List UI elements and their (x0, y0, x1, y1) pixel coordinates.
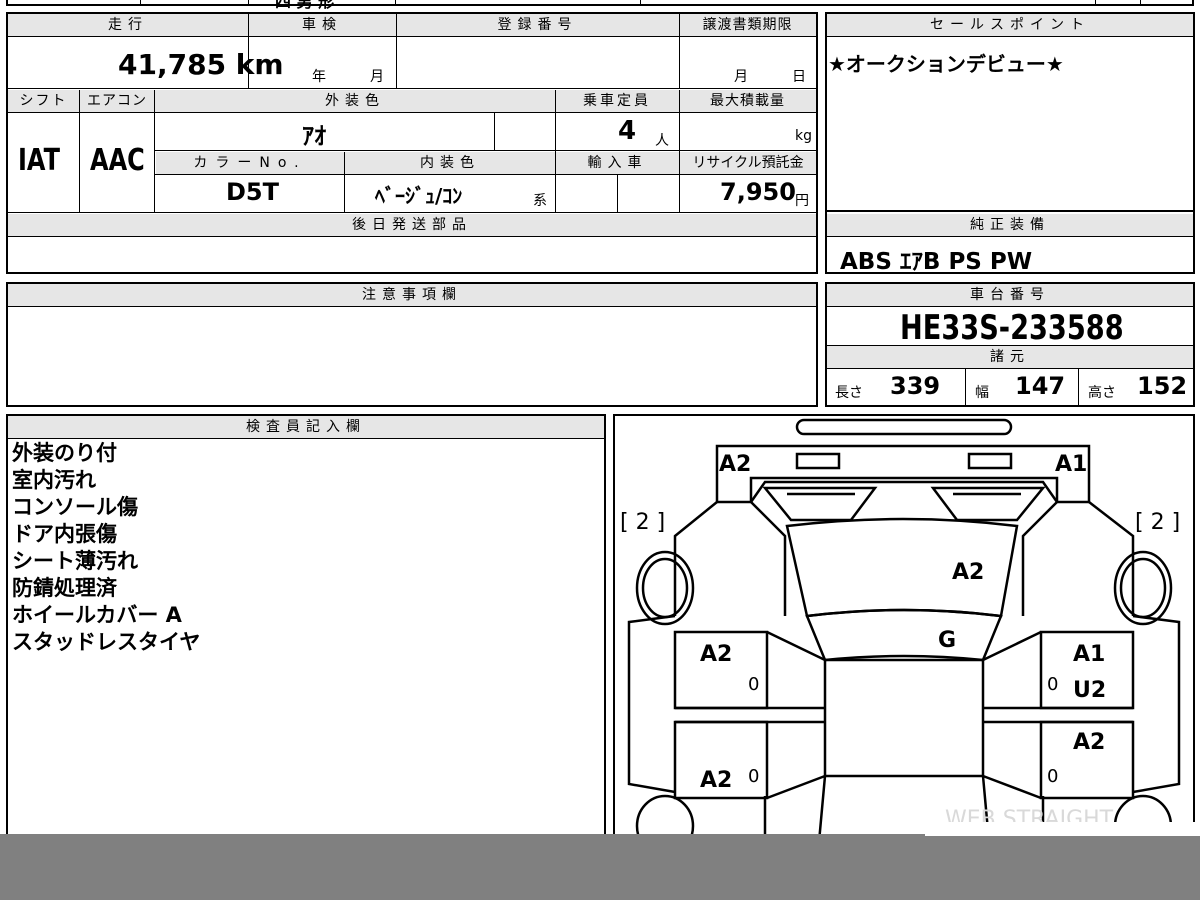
inspector-list: 外装のり付 室内汚れ コンソール傷 ドア内張傷 シート薄汚れ 防錆処理済 ホイー… (12, 440, 200, 656)
equipment-value: ABS ｴｱB PS PW (840, 249, 1033, 275)
tire-left-code: [ 2 ] (620, 510, 666, 535)
front-right-corner-code: A1 (1055, 452, 1088, 477)
chassis-header: 車台番号 (827, 284, 1193, 306)
shift-value: IAT (18, 143, 61, 178)
exterior-color-header: 外装色 (155, 90, 555, 112)
capacity-header: 乗車定員 (555, 90, 679, 112)
width-label: 幅 (975, 385, 989, 401)
left-front-door-mark: 0 (748, 674, 760, 695)
top-strip (6, 0, 1194, 6)
windshield-code: G (938, 628, 957, 653)
interior-color-header: 内装色 (345, 152, 555, 174)
hood-code: A2 (952, 560, 985, 585)
right-front-door-mark: 0 (1047, 674, 1059, 695)
recycle-header: リサイクル預託金 (680, 152, 816, 174)
exterior-color-value: ｱｵ (302, 122, 326, 150)
notes-header: 注意事項欄 (8, 284, 816, 306)
transfer-deadline-header: 譲渡書類期限 (679, 14, 816, 36)
capacity-unit: 人 (655, 133, 669, 149)
left-rear-door-mark: 0 (748, 766, 760, 787)
mileage-value: 41,785 km (118, 48, 284, 81)
inspector-item: 防錆処理済 (12, 576, 117, 600)
sales-point-box (825, 12, 1195, 212)
max-load-header: 最大積載量 (679, 90, 816, 112)
right-front-door-code-2: U2 (1073, 678, 1107, 703)
chassis-value: HE33S-233588 (900, 308, 1124, 348)
recycle-unit: 円 (795, 193, 809, 209)
width-value: 147 (1015, 372, 1066, 400)
registration-header: 登録番号 (396, 14, 679, 36)
inspector-item: コンソール傷 (12, 495, 138, 519)
top-strip-text: 四 男 形 (275, 0, 335, 11)
specs-header: 諸元 (827, 346, 1193, 368)
bottom-overlay-white-edge (925, 822, 1200, 836)
recycle-value: 7,950 (720, 178, 796, 206)
capacity-value: 4 (618, 116, 637, 146)
sales-point-value: ★オークションデビュー★ (828, 52, 1064, 76)
shaken-header: 車検 (248, 14, 396, 36)
bottom-overlay-bar (0, 834, 1200, 900)
color-no-value: D5T (226, 178, 279, 206)
inspector-header: 検査員記入欄 (8, 416, 604, 438)
right-front-door-code-1: A1 (1073, 642, 1106, 667)
transfer-day-unit: 日 (792, 69, 806, 85)
height-label: 高さ (1088, 385, 1116, 401)
color-no-header: カラーNo. (156, 152, 344, 174)
front-left-corner-code: A2 (719, 452, 752, 477)
length-label: 長さ (835, 385, 863, 401)
shift-header: シフト (8, 90, 79, 112)
right-rear-door-mark: 0 (1047, 766, 1059, 787)
left-front-door-code: A2 (700, 642, 733, 667)
right-rear-door-code: A2 (1073, 730, 1106, 755)
sales-point-header: セールスポイント (827, 14, 1193, 36)
tire-right-code: [ 2 ] (1135, 510, 1181, 535)
inspector-item: シート薄汚れ (12, 549, 138, 573)
mileage-header: 走行 (8, 14, 248, 36)
shaken-month-unit: 月 (370, 69, 384, 85)
inspector-item: スタッドレスタイヤ (12, 630, 201, 654)
interior-color-suffix: 系 (533, 193, 547, 209)
transfer-month-unit: 月 (734, 69, 748, 85)
inspector-item: 外装のり付 (12, 441, 117, 465)
inspector-item: ドア内張傷 (12, 522, 117, 546)
height-value: 152 (1137, 372, 1188, 400)
shaken-year-unit: 年 (312, 69, 326, 85)
length-value: 339 (890, 372, 941, 400)
interior-color-value: ﾍﾞｰｼﾞｭ/ｺﾝ (375, 184, 463, 208)
left-rear-door-code: A2 (700, 768, 733, 793)
later-parts-header: 後日発送部品 (8, 214, 816, 236)
aircon-value: AAC (90, 143, 145, 178)
aircon-header: エアコン (80, 90, 154, 112)
max-load-unit: kg (795, 128, 812, 144)
inspector-item: 室内汚れ (12, 468, 96, 492)
equipment-header: 純正装備 (827, 214, 1193, 236)
inspector-item: ホイールカバー A (12, 603, 182, 627)
import-header: 輸入車 (556, 152, 679, 174)
